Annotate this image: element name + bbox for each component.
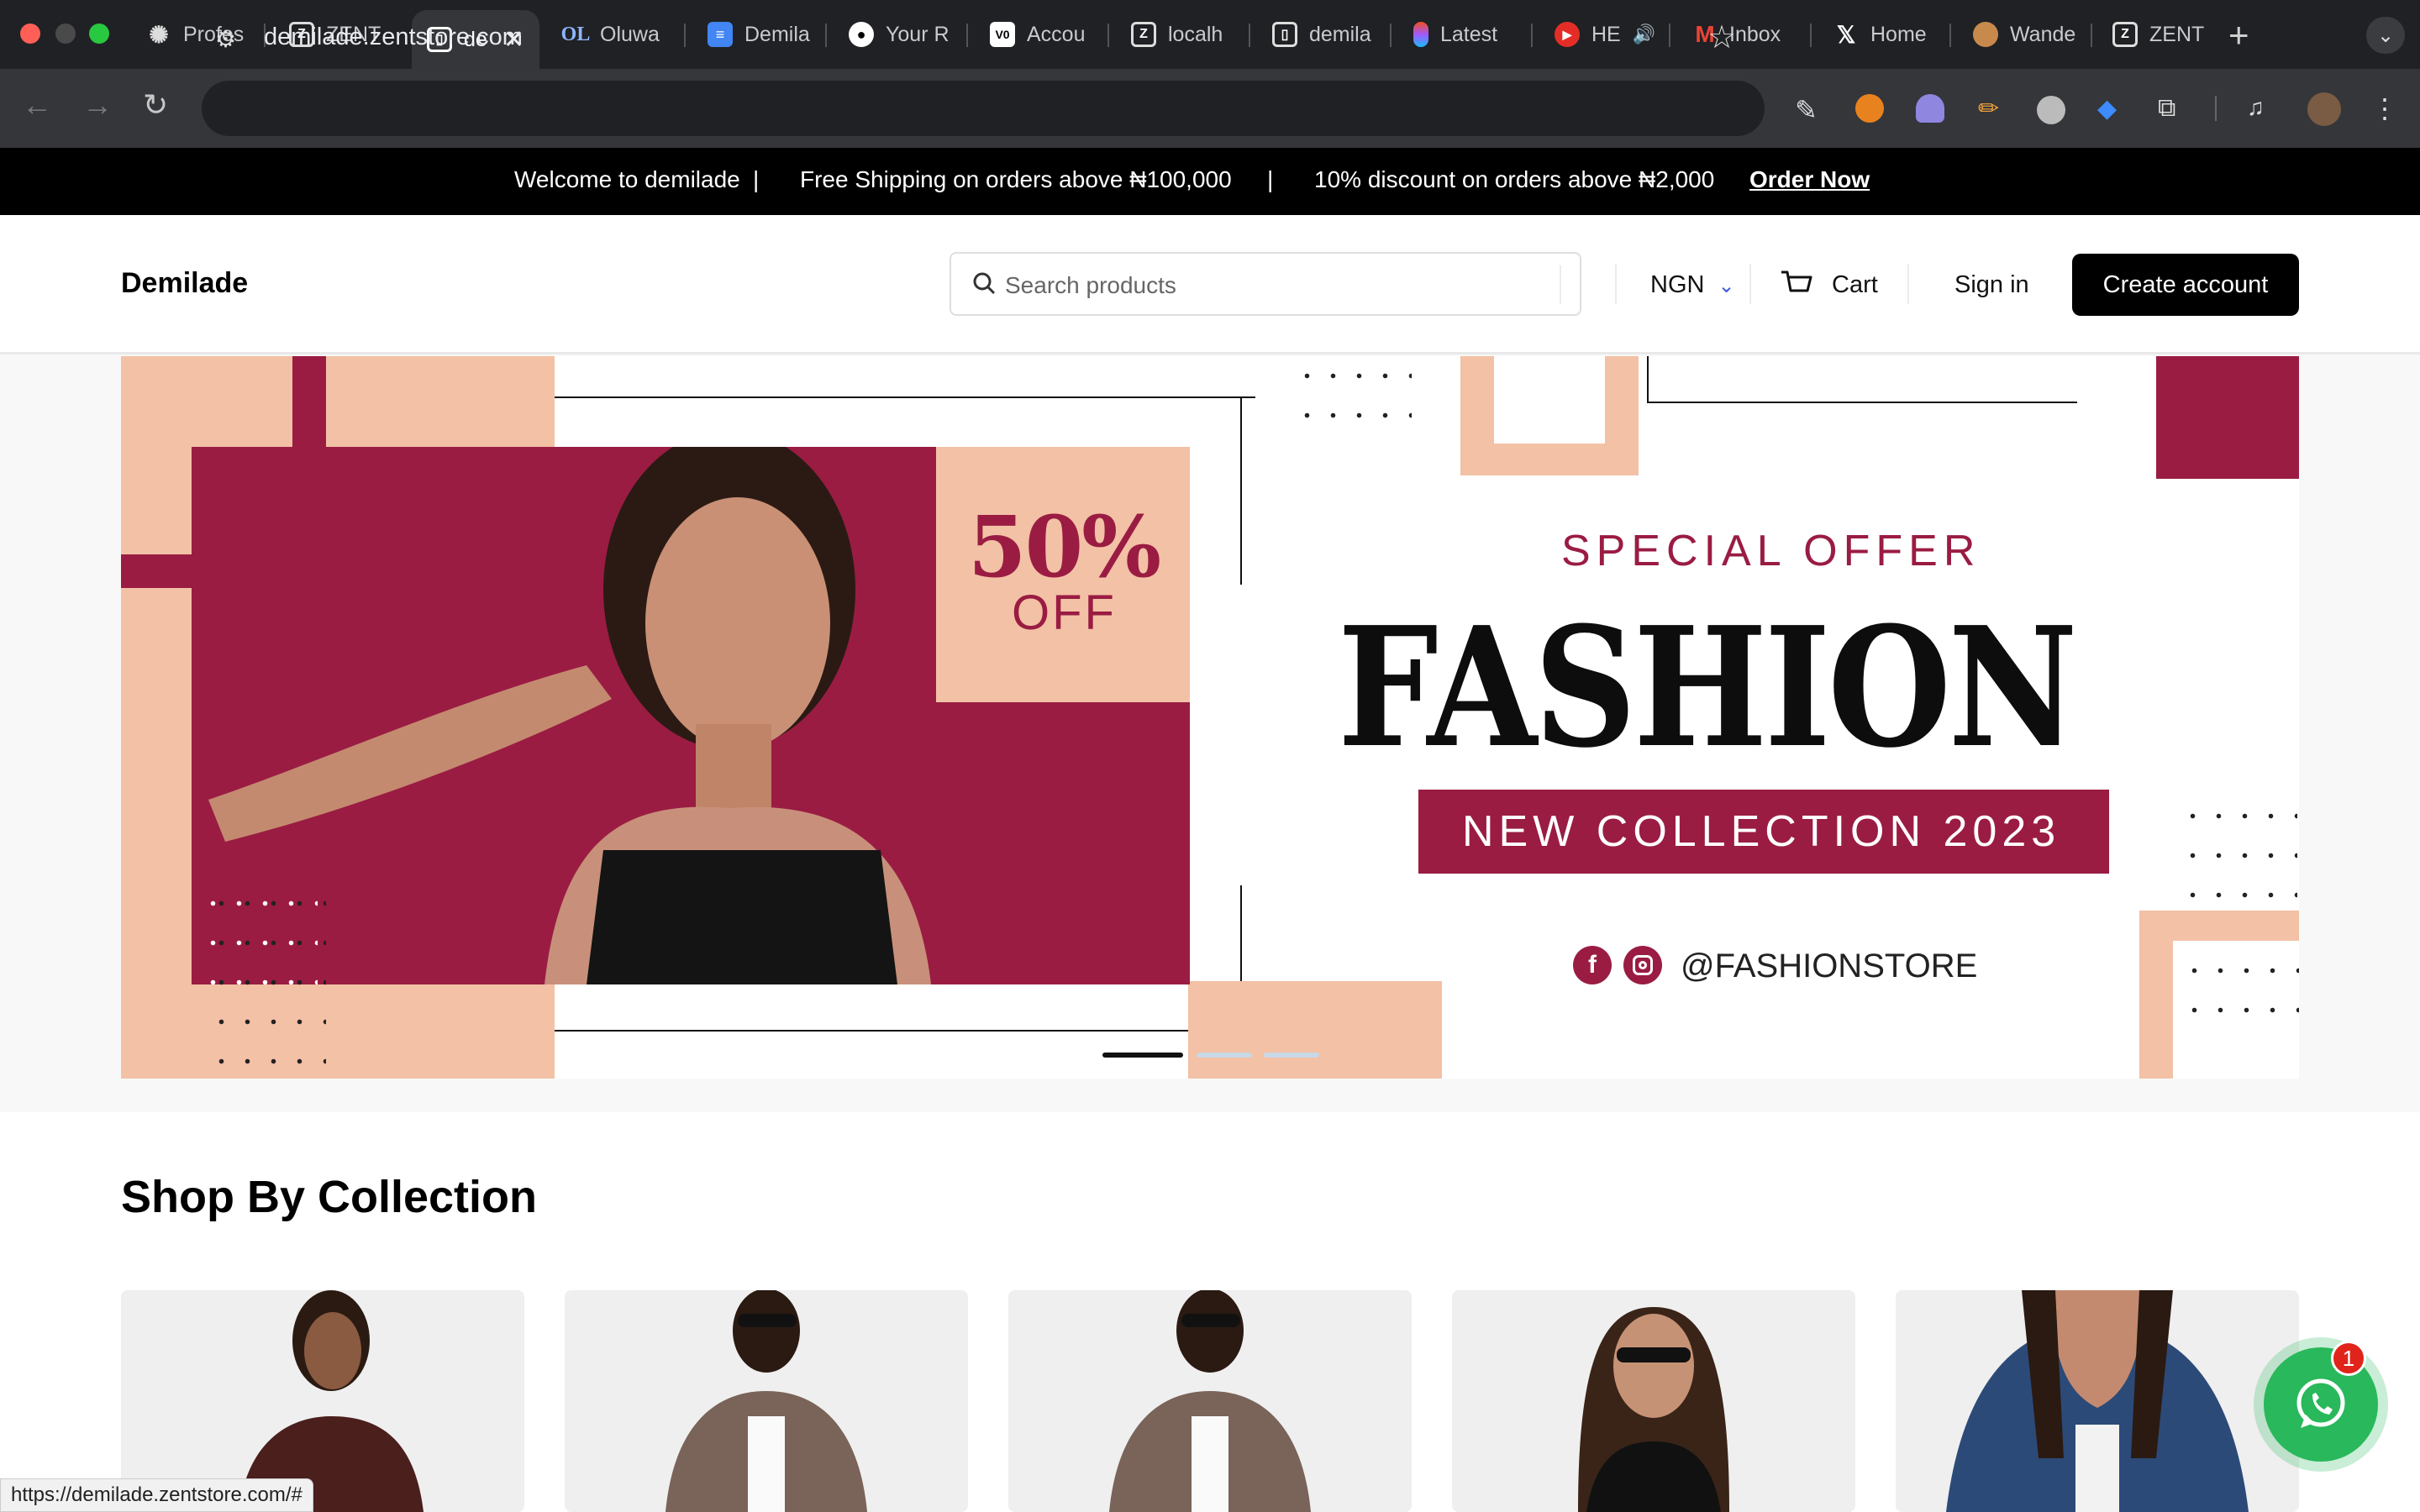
product-image: [565, 1290, 968, 1512]
extensions-puzzle-icon[interactable]: ⧉: [2158, 94, 2186, 123]
eyedropper-icon[interactable]: ✎: [1795, 94, 1823, 125]
docs-icon: ≡: [708, 22, 733, 47]
discount-off: OFF: [1012, 585, 1117, 640]
product-image: [1452, 1290, 1855, 1512]
bookmark-star-icon[interactable]: ☆: [1707, 18, 1736, 56]
social-handle: @FASHIONSTORE: [1681, 948, 1978, 984]
diamond-icon[interactable]: ◆: [2097, 94, 2126, 123]
search-placeholder: Search products: [1005, 272, 1176, 298]
github-icon: ●: [849, 22, 874, 47]
browser-tab[interactable]: Latest: [1398, 12, 1533, 57]
media-controls-icon[interactable]: ♫: [2247, 94, 2275, 123]
announcement-bar: Welcome to demilade | Free Shipping on o…: [0, 148, 2420, 215]
discount-text: 10% discount on orders above ₦2,000: [1314, 166, 1715, 192]
browser-tab[interactable]: ≡ Demila: [692, 12, 827, 57]
collection-card[interactable]: [565, 1290, 968, 1512]
speaker-icon[interactable]: 🔊: [1633, 24, 1655, 45]
metamask-icon[interactable]: [1855, 94, 1884, 123]
browser-tab[interactable]: Z ZENT: [2097, 12, 2223, 57]
dot-pattern: [208, 884, 326, 1079]
announcement-separator: |: [753, 166, 760, 192]
storage-icon[interactable]: [2037, 96, 2065, 124]
browser-tab[interactable]: Wande: [1958, 12, 2092, 57]
browser-tab[interactable]: ▶ HE 🔊: [1539, 12, 1674, 57]
x-icon: 𝕏: [1836, 21, 1856, 48]
cart-link[interactable]: Cart: [1832, 271, 1878, 299]
profile-avatar[interactable]: [2307, 92, 2341, 126]
address-bar[interactable]: [202, 81, 1765, 136]
browser-tab[interactable]: Z localh: [1116, 12, 1250, 57]
carousel-indicator[interactable]: [1264, 1053, 1319, 1058]
ol-icon: OL: [560, 23, 591, 45]
more-menu-icon[interactable]: ⋮: [2371, 92, 2400, 123]
search-icon: [973, 272, 996, 295]
browser-tab[interactable]: ▯ demila: [1257, 12, 1392, 57]
zent-icon: Z: [2112, 22, 2138, 47]
close-window-button[interactable]: [20, 24, 40, 44]
order-now-link[interactable]: Order Now: [1749, 166, 1870, 193]
product-image: [1008, 1290, 1412, 1512]
chevron-down-icon: ⌄: [2376, 24, 2395, 47]
browser-chrome: ✺ Profes Z ZENT ▯ de ✕ OL Oluwa ≡ Demila…: [0, 0, 2420, 148]
openai-icon: ✺: [149, 21, 169, 48]
whatsapp-icon: [2296, 1378, 2345, 1428]
carousel-indicator-active[interactable]: [1102, 1053, 1183, 1058]
create-account-button[interactable]: Create account: [2072, 254, 2299, 316]
special-offer-text: SPECIAL OFFER: [1561, 527, 1981, 575]
demilade-icon: ▯: [1272, 22, 1297, 47]
minimize-window-button[interactable]: [55, 24, 76, 44]
reload-button[interactable]: ↻: [143, 87, 168, 123]
product-image: [1896, 1290, 2299, 1512]
collection-card[interactable]: [1896, 1290, 2299, 1512]
facebook-icon: f: [1573, 946, 1612, 984]
collection-text: NEW COLLECTION 2023: [1462, 807, 2061, 856]
browser-tab[interactable]: M Inbox: [1677, 12, 1812, 57]
browser-tab[interactable]: V0 Accou: [975, 12, 1109, 57]
welcome-text: Welcome to demilade: [514, 166, 740, 192]
hero-banner[interactable]: 50% OFF SPECIAL OFFER FASHION NEW COLLEC…: [121, 356, 2299, 1079]
sign-in-link[interactable]: Sign in: [1954, 271, 2029, 299]
pencil-icon[interactable]: ✏: [1978, 94, 2007, 123]
browser-tab[interactable]: OL Oluwa: [548, 12, 682, 57]
back-button[interactable]: ←: [22, 87, 52, 123]
shipping-text: Free Shipping on orders above ₦100,000: [800, 166, 1232, 192]
phantom-icon[interactable]: [1916, 94, 1944, 123]
store-logo[interactable]: Demilade: [121, 267, 248, 300]
chevron-down-icon: ⌄: [1718, 275, 1735, 297]
currency-select[interactable]: NGN ⌄: [1650, 271, 1735, 299]
figma-icon: [1413, 22, 1428, 47]
collection-card[interactable]: [1008, 1290, 1412, 1512]
forward-button[interactable]: →: [82, 87, 113, 123]
notification-badge: 1: [2331, 1341, 2366, 1376]
browser-tab[interactable]: ✺ Profes: [131, 12, 266, 57]
cart-icon[interactable]: [1780, 269, 1813, 301]
section-title: Shop By Collection: [121, 1172, 538, 1222]
browser-tab[interactable]: 𝕏 Home: [1818, 12, 1953, 57]
search-input[interactable]: Search products: [950, 252, 1581, 316]
instagram-icon: [1623, 946, 1662, 984]
site-header: Demilade Search products NGN ⌄ Cart Sign…: [0, 215, 2420, 354]
fashion-headline: FASHION: [1338, 591, 2078, 785]
currency-label: NGN: [1650, 271, 1705, 298]
zoom-window-button[interactable]: [89, 24, 109, 44]
url-text[interactable]: demilade.zentstore.com: [264, 24, 523, 51]
collection-card[interactable]: [1452, 1290, 1855, 1512]
monkey-icon: [1973, 22, 1998, 47]
youtube-icon: ▶: [1555, 22, 1580, 47]
carousel-indicator[interactable]: [1197, 1053, 1252, 1058]
discount-percent: 50%: [968, 497, 1161, 596]
announcement-separator: |: [1267, 166, 1274, 192]
browser-tab[interactable]: ● Your R: [834, 12, 968, 57]
new-tab-button[interactable]: +: [2228, 15, 2249, 55]
zent-icon: Z: [1131, 22, 1156, 47]
vercel-icon: V0: [990, 22, 1015, 47]
link-status-bar: https://demilade.zentstore.com/#: [0, 1478, 313, 1512]
site-settings-icon[interactable]: ⚙: [215, 25, 236, 53]
tab-search-button[interactable]: ⌄: [2366, 17, 2405, 54]
